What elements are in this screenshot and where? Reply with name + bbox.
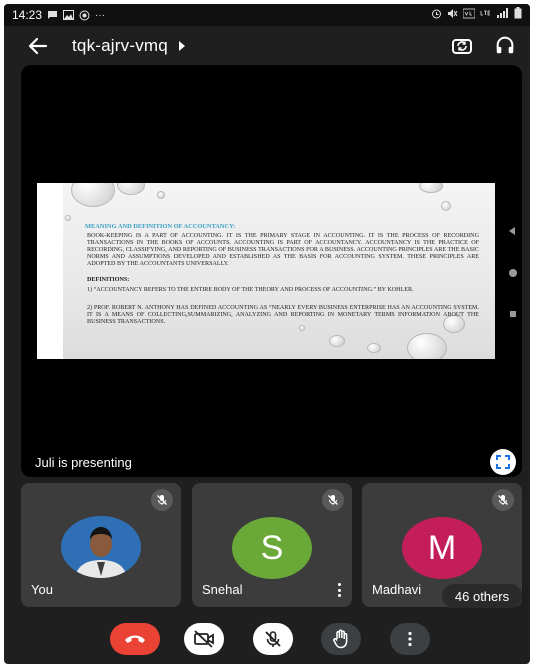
slide-heading: MEANING AND DEFINITION OF ACCOUNTANCY: [85,223,236,230]
slide-definition-1: 1) “ACCOUNTANCY REFERS TO THE ENTIRE BOD… [87,287,414,293]
bubble-decoration [71,183,115,207]
avatar: S [232,517,312,579]
more-options-button[interactable] [390,623,430,655]
slide-definition-2: 2) PROF. ROBERT N. ANTHONY HAS DEFINED A… [87,305,479,326]
more-dots-icon: ··· [95,9,106,21]
nav-back-indicator [509,227,515,235]
slide-definitions-heading: DEFINITIONS: [87,277,130,283]
bubble-decoration [441,201,451,211]
nav-home-indicator [509,269,517,277]
bubble-decoration [329,335,345,347]
bubble-decoration [117,183,145,195]
headphones-icon[interactable] [494,34,516,56]
volte-icon [463,8,475,18]
image-icon [63,10,75,20]
status-bar: 14:23 ··· [4,4,530,26]
bubble-decoration [407,333,447,359]
mic-off-icon [498,495,508,505]
fullscreen-button[interactable] [490,449,516,475]
mic-off-icon [157,495,167,505]
mic-toggle-button[interactable] [253,623,293,655]
lte-icon [480,10,490,15]
fullscreen-icon [496,455,510,469]
others-chip[interactable]: 46 others [442,584,522,608]
alarm-icon [432,9,441,18]
meet-screen: 14:23 ··· tqk-ajrv-vmq MEANING AND DEFIN… [4,4,530,664]
hand-icon [333,629,348,649]
top-bar: tqk-ajrv-vmq [4,26,530,66]
avatar [61,516,141,578]
switch-camera-icon[interactable] [450,34,474,58]
shared-slide: MEANING AND DEFINITION OF ACCOUNTANCY: B… [37,183,495,359]
bubble-decoration [157,191,165,199]
raise-hand-button[interactable] [321,623,361,655]
mic-off-icon [265,631,281,647]
end-call-button[interactable] [110,623,160,655]
slide-paragraph: BOOK-KEEPING IS A PART OF ACCOUNTING. IT… [87,233,479,268]
camera-toggle-button[interactable] [184,623,224,655]
mic-off-badge [151,489,173,511]
participant-tile-you[interactable]: You [21,483,181,607]
bubble-decoration [65,215,71,221]
participant-name: You [31,582,53,597]
mic-off-icon [328,495,338,505]
participant-tile-snehal[interactable]: S Snehal [192,483,352,607]
more-vert-icon[interactable] [338,583,342,597]
more-vert-icon [408,631,412,647]
battery-icon [514,7,522,19]
camera-off-icon [194,630,214,648]
meeting-code[interactable]: tqk-ajrv-vmq [72,36,168,56]
mic-off-badge [322,489,344,511]
bubble-decoration [419,183,443,193]
mute-icon [448,8,458,18]
back-arrow-icon[interactable] [26,34,50,58]
participant-name: Snehal [202,582,243,597]
status-time: 14:23 [12,8,43,22]
chevron-right-icon[interactable] [179,41,185,51]
avatar: M [402,517,482,579]
presentation-view: MEANING AND DEFINITION OF ACCOUNTANCY: B… [21,65,522,477]
circle-icon [79,10,90,20]
signal-icon [497,8,508,18]
presenting-label: Juli is presenting [35,455,132,470]
bubble-decoration [367,343,381,353]
mic-off-badge [492,489,514,511]
nav-recents-indicator [510,311,516,317]
participant-name: Madhavi [372,582,422,597]
chat-icon [48,11,58,19]
phone-hangup-icon [125,635,145,643]
